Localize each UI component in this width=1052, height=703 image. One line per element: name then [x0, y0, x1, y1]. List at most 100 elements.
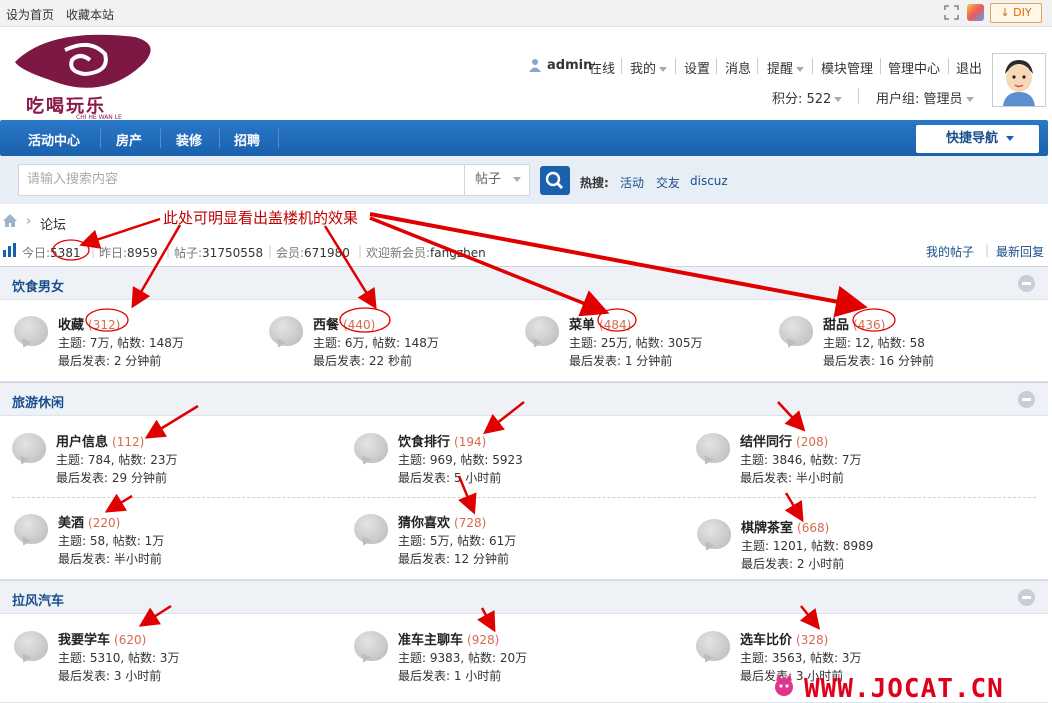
forum-name-text: 选车比价: [740, 633, 793, 648]
hot-search-link[interactable]: 活动: [620, 174, 644, 191]
forum-last-post[interactable]: 最后发表: 22 秒前: [313, 352, 412, 369]
menu-reminders[interactable]: 提醒: [767, 58, 805, 77]
main-nav: 活动中心 房产 装修 招聘: [0, 120, 1048, 156]
stats-today: 今日:5381: [22, 244, 81, 261]
forum-today-count: (728): [454, 516, 487, 530]
forum-item[interactable]: 菜单 (484) 主题: 25万, 帖数: 305万 最后发表: 1 分钟前: [525, 312, 775, 372]
forum-item[interactable]: 美酒 (220) 主题: 58, 帖数: 1万 最后发表: 半小时前: [14, 510, 264, 570]
forum-name-text: 用户信息: [56, 435, 109, 450]
forum-last-post[interactable]: 最后发表: 半小时前: [740, 469, 844, 486]
forum-name[interactable]: 猜你喜欢 (728): [398, 512, 486, 531]
forum-last-post[interactable]: 最后发表: 29 分钟前: [56, 469, 167, 486]
forum-name-text: 饮食排行: [398, 435, 451, 450]
nav-activity-center[interactable]: 活动中心: [28, 130, 80, 149]
forum-name[interactable]: 菜单 (484): [569, 314, 631, 333]
forum-item[interactable]: 棋牌茶室 (668) 主题: 1201, 帖数: 8989 最后发表: 2 小时前: [697, 515, 947, 575]
forum-last-post[interactable]: 最后发表: 1 分钟前: [569, 352, 672, 369]
hot-search-link[interactable]: 交友: [656, 174, 680, 191]
forum-name[interactable]: 美酒 (220): [58, 512, 120, 531]
category-title[interactable]: 旅游休闲: [12, 392, 64, 411]
forum-item[interactable]: 西餐 (440) 主题: 6万, 帖数: 148万 最后发表: 22 秒前: [269, 312, 519, 372]
menu-messages[interactable]: 消息: [725, 58, 751, 77]
forum-bubble-icon: [354, 631, 388, 661]
username-link[interactable]: admin: [547, 58, 592, 73]
hot-search-link[interactable]: discuz: [690, 174, 728, 188]
forum-bubble-icon: [354, 514, 388, 544]
forum-name-text: 菜单: [569, 318, 596, 333]
search-input[interactable]: 请输入搜索内容: [18, 164, 466, 196]
forum-name[interactable]: 饮食排行 (194): [398, 431, 486, 450]
forum-last-post[interactable]: 最后发表: 5 小时前: [398, 469, 501, 486]
category-title[interactable]: 饮食男女: [12, 276, 64, 295]
menu-settings[interactable]: 设置: [684, 58, 710, 77]
forum-name[interactable]: 甜品 (436): [823, 314, 885, 333]
forum-last-post[interactable]: 最后发表: 3 小时前: [58, 667, 161, 684]
diy-button[interactable]: ↓ DIY: [990, 3, 1042, 23]
forum-item[interactable]: 结伴同行 (208) 主题: 3846, 帖数: 7万 最后发表: 半小时前: [696, 429, 946, 489]
forum-item[interactable]: 饮食排行 (194) 主题: 969, 帖数: 5923 最后发表: 5 小时前: [354, 429, 604, 489]
forum-stats: 主题: 58, 帖数: 1万: [58, 534, 165, 548]
category-title[interactable]: 拉风汽车: [12, 590, 64, 609]
nav-real-estate[interactable]: 房产: [116, 130, 142, 149]
forum-last-post[interactable]: 最后发表: 16 分钟前: [823, 352, 934, 369]
forum-item[interactable]: 收藏 (312) 主题: 7万, 帖数: 148万 最后发表: 2 分钟前: [14, 312, 264, 372]
search-type-select[interactable]: 帖子: [464, 164, 530, 196]
forum-name[interactable]: 棋牌茶室 (668): [741, 517, 829, 536]
breadcrumb-forum[interactable]: 论坛: [40, 214, 66, 233]
fullscreen-icon[interactable]: [943, 4, 960, 21]
menu-module-admin[interactable]: 模块管理: [821, 58, 873, 77]
divider: [100, 128, 101, 148]
forum-bubble-icon: [779, 316, 813, 346]
forum-today-count: (312): [88, 318, 121, 332]
category-header: 饮食男女: [0, 266, 1048, 300]
forum-name[interactable]: 选车比价 (328): [740, 629, 828, 648]
forum-item[interactable]: 猜你喜欢 (728) 主题: 5万, 帖数: 61万 最后发表: 12 分钟前: [354, 510, 604, 570]
stats-yesterday-label: 昨日:: [99, 246, 128, 260]
collapse-icon[interactable]: [1018, 589, 1035, 606]
style-switch-icon[interactable]: [967, 4, 984, 21]
forum-name[interactable]: 西餐 (440): [313, 314, 375, 333]
forum-item[interactable]: 我要学车 (620) 主题: 5310, 帖数: 3万 最后发表: 3 小时前: [14, 627, 264, 687]
collapse-icon[interactable]: [1018, 391, 1035, 408]
latest-replies-link[interactable]: 最新回复: [996, 243, 1044, 260]
stats-welcome-label: 欢迎新会员:: [366, 246, 431, 260]
forum-last-post[interactable]: 最后发表: 1 小时前: [398, 667, 501, 684]
forum-last-post[interactable]: 最后发表: 12 分钟前: [398, 550, 509, 567]
chevron-down-icon: [834, 97, 843, 102]
forum-last-post[interactable]: 最后发表: 半小时前: [58, 550, 162, 567]
points-menu[interactable]: 积分: 522: [772, 88, 843, 107]
forum-name[interactable]: 准车主聊车 (928): [398, 629, 499, 648]
forum-name[interactable]: 结伴同行 (208): [740, 431, 828, 450]
forum-item[interactable]: 准车主聊车 (928) 主题: 9383, 帖数: 20万 最后发表: 1 小时前: [354, 627, 604, 687]
category-header: 拉风汽车: [0, 580, 1048, 614]
bookmark-link[interactable]: 收藏本站: [66, 6, 114, 23]
usergroup-menu[interactable]: 用户组: 管理员: [876, 88, 974, 107]
menu-admin-center[interactable]: 管理中心: [888, 58, 940, 77]
forum-name-text: 猜你喜欢: [398, 516, 451, 531]
nav-jobs[interactable]: 招聘: [234, 130, 260, 149]
site-logo[interactable]: 吃喝玩乐 CHI HE WAN LE: [10, 32, 175, 121]
search-button[interactable]: [540, 166, 570, 195]
category-header: 旅游休闲: [0, 382, 1048, 416]
forum-item[interactable]: 甜品 (436) 主题: 12, 帖数: 58 最后发表: 16 分钟前: [779, 312, 1029, 372]
forum-name[interactable]: 用户信息 (112): [56, 431, 144, 450]
new-member-link[interactable]: fangzhen: [430, 246, 486, 260]
collapse-icon[interactable]: [1018, 275, 1035, 292]
stats-yesterday: 昨日:8959: [99, 244, 158, 261]
forum-stats: 主题: 12, 帖数: 58: [823, 336, 925, 350]
chevron-down-icon: [1006, 136, 1015, 141]
forum-last-post[interactable]: 最后发表: 2 分钟前: [58, 352, 161, 369]
home-icon[interactable]: [2, 213, 18, 232]
menu-logout[interactable]: 退出: [956, 58, 982, 77]
chevron-down-icon: [796, 67, 805, 72]
my-posts-link[interactable]: 我的帖子: [926, 243, 974, 260]
forum-last-post[interactable]: 最后发表: 2 小时前: [741, 555, 844, 572]
nav-decoration[interactable]: 装修: [176, 130, 202, 149]
avatar[interactable]: [992, 53, 1046, 107]
forum-item[interactable]: 用户信息 (112) 主题: 784, 帖数: 23万 最后发表: 29 分钟前: [12, 429, 262, 489]
forum-name[interactable]: 收藏 (312): [58, 314, 120, 333]
menu-my[interactable]: 我的: [630, 58, 668, 77]
forum-name[interactable]: 我要学车 (620): [58, 629, 146, 648]
set-home-link[interactable]: 设为首页: [6, 6, 54, 23]
quick-nav-button[interactable]: 快捷导航: [916, 125, 1039, 153]
